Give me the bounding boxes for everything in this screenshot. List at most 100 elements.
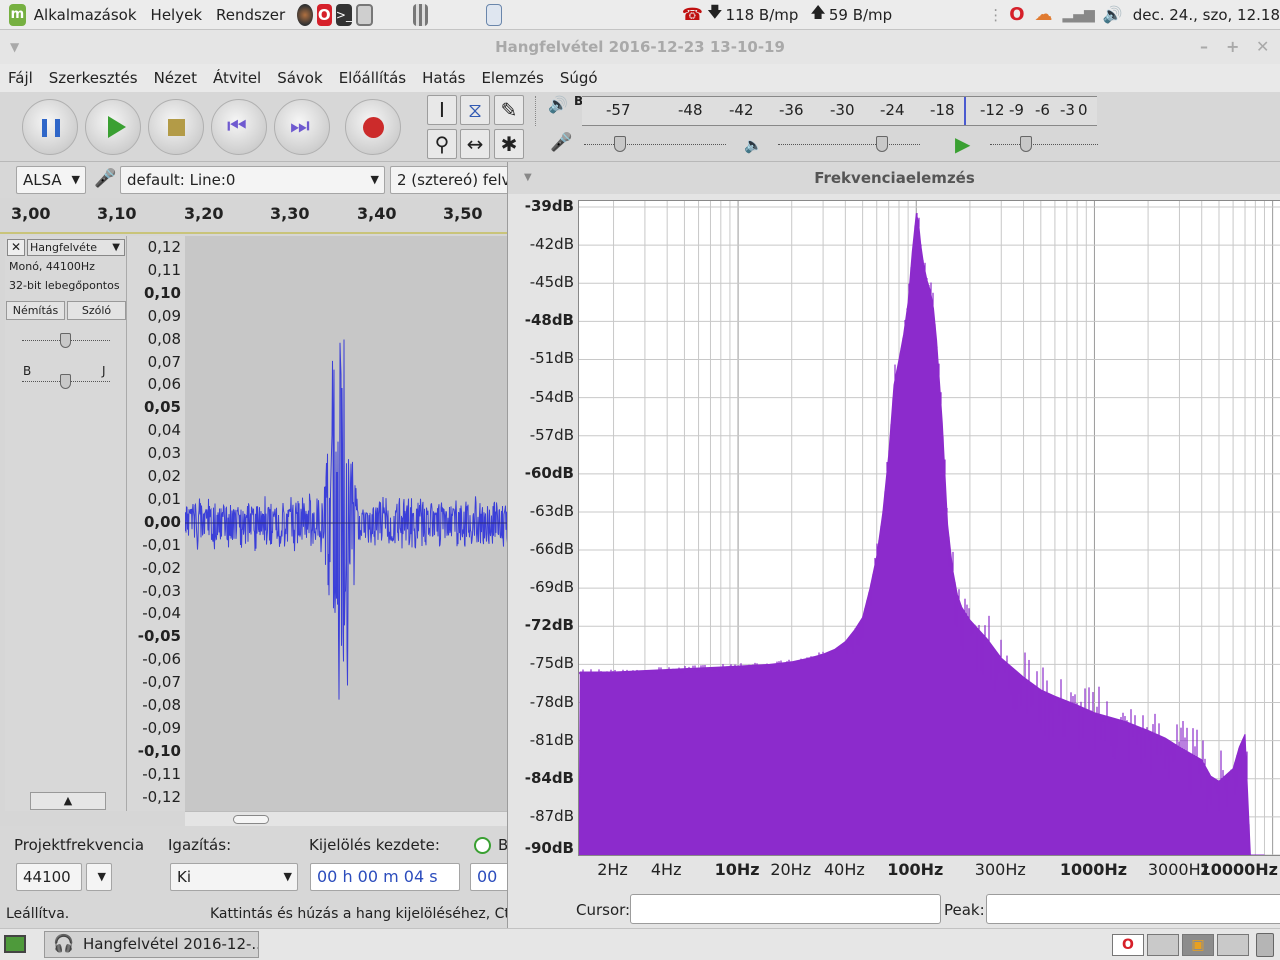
track-close-button[interactable]: ✕ — [7, 239, 25, 256]
slider-thumb-icon[interactable] — [876, 136, 888, 152]
minimize-button[interactable]: – — [1200, 30, 1208, 64]
spectrum-plot[interactable] — [578, 200, 1280, 856]
speaker-icon[interactable]: 🔈 — [744, 136, 763, 154]
menu-tracks[interactable]: Sávok — [269, 69, 330, 87]
frequency-window-titlebar[interactable]: ▼ Frekvenciaelemzés — [508, 162, 1280, 194]
microphone-icon[interactable]: 🎤 — [550, 132, 572, 153]
pan-slider[interactable] — [22, 374, 110, 389]
slider-thumb-icon[interactable] — [60, 333, 71, 348]
skip-start-button[interactable]: ⏮ — [211, 99, 267, 155]
volume-icon[interactable]: 🔊 — [1103, 5, 1123, 24]
workspace-3-icon[interactable]: ▣ — [1182, 934, 1214, 956]
record-button[interactable] — [345, 99, 401, 155]
calculator-icon[interactable] — [412, 3, 428, 26]
play-button[interactable] — [85, 99, 141, 155]
multi-tool[interactable]: ✱ — [494, 129, 524, 159]
menu-analyze[interactable]: Elemzés — [473, 69, 551, 87]
zoom-tool[interactable]: ⚲ — [427, 129, 457, 159]
screenshot-icon[interactable] — [485, 3, 502, 26]
pause-button[interactable] — [22, 99, 78, 155]
mint-menu-icon[interactable]: m — [9, 3, 26, 26]
envelope-tool[interactable]: ⧖ — [460, 95, 490, 125]
waveform-display[interactable] — [185, 236, 512, 811]
slider-thumb-icon[interactable] — [614, 136, 626, 152]
monitor-icon[interactable] — [355, 3, 373, 26]
snap-label: Igazítás: — [168, 836, 232, 854]
selection-start-time[interactable]: 00 h 00 m 04 s — [310, 863, 460, 891]
workspace-2-icon[interactable] — [1147, 934, 1179, 956]
db-axis-label: -54dB — [529, 387, 574, 406]
selection-tool[interactable]: I — [427, 95, 457, 125]
clock[interactable]: dec. 24., szo, 12.18 — [1133, 6, 1280, 24]
ruler-label: 3,40 — [357, 204, 397, 223]
db-axis-label: -81dB — [529, 730, 574, 749]
menu-transport[interactable]: Átvitel — [205, 69, 269, 87]
trash-icon[interactable] — [1256, 933, 1274, 957]
level-meter[interactable]: -57 -48 -42 -36 -30 -24 -18 -12 -9 -6 -3… — [582, 96, 1097, 126]
frequency-analysis-window[interactable]: ▼ Frekvenciaelemzés -39dB -42dB -45dB -48dB… — [507, 162, 1280, 928]
meter-tick: -30 — [830, 101, 855, 119]
play-at-speed-icon[interactable]: ▶ — [955, 132, 970, 156]
media-player-icon[interactable] — [297, 3, 313, 26]
menu-effect[interactable]: Hatás — [414, 69, 473, 87]
audio-host-select[interactable]: ALSA ▼ — [16, 166, 86, 194]
menu-file[interactable]: Fájl — [0, 69, 41, 87]
workspace-1-icon[interactable]: O — [1112, 934, 1144, 956]
draw-tool[interactable]: ✎ — [494, 95, 524, 125]
meter-tick: -18 — [930, 101, 955, 119]
opera-icon[interactable]: O — [316, 3, 332, 26]
workspace-4-icon[interactable] — [1217, 934, 1249, 956]
channels-select[interactable]: 2 (sztereó) felv — [390, 166, 512, 194]
cursor-label: Cursor: — [576, 901, 631, 919]
show-desktop-icon[interactable] — [4, 935, 26, 953]
scrollbar-thumb[interactable] — [233, 815, 269, 824]
opera-tray-icon[interactable]: O — [1009, 4, 1024, 25]
input-volume-slider[interactable] — [584, 136, 726, 152]
speaker-meter-icon[interactable]: 🔊 — [548, 95, 568, 114]
playback-speed-slider[interactable] — [990, 136, 1098, 152]
selection-end-time[interactable]: 00 — [470, 863, 512, 891]
output-volume-slider[interactable] — [778, 136, 920, 152]
collapse-track-button[interactable]: ▲ — [30, 792, 106, 810]
track-control-panel[interactable]: ✕ Hangfelvéte ▼ Monó, 44100Hz 32-bit lebe… — [5, 236, 127, 811]
weather-icon[interactable]: ☁ — [1035, 4, 1053, 25]
wifi-icon[interactable]: ▂▄▆ — [1063, 7, 1095, 23]
terminal-icon[interactable]: >_ — [335, 3, 352, 26]
timeline-ruler[interactable]: 3,00 3,10 3,20 3,30 3,40 3,50 — [0, 198, 512, 234]
dropdown-arrow-icon: ▼ — [97, 870, 106, 883]
window-menu-icon[interactable]: ▼ — [524, 162, 532, 194]
timeshift-tool[interactable]: ↔ — [460, 129, 490, 159]
peak-field[interactable] — [986, 894, 1280, 924]
stop-button[interactable] — [148, 99, 204, 155]
skip-end-button[interactable]: ⏭ — [274, 99, 330, 155]
menu-applications[interactable]: Alkalmazások — [34, 6, 137, 24]
meter-handle-icon[interactable] — [535, 96, 539, 126]
project-rate-value: 44100 — [23, 868, 71, 886]
mute-button[interactable]: Némítás — [6, 301, 65, 320]
project-rate-input[interactable]: 44100 — [16, 863, 82, 891]
db-axis-label: -87dB — [529, 806, 574, 825]
snap-value: Ki — [177, 868, 192, 886]
project-rate-dropdown[interactable]: ▼ — [86, 863, 112, 891]
cursor-field[interactable] — [630, 894, 941, 924]
track-name-button[interactable]: Hangfelvéte ▼ — [27, 239, 125, 256]
taskbar-task[interactable]: 🎧 Hangfelvétel 2016-12-... — [44, 931, 259, 958]
gain-slider[interactable] — [22, 333, 110, 348]
window-titlebar[interactable]: ▼ Hangfelvétel 2016-12-23 13-10-19 – + ✕ — [0, 30, 1280, 64]
menu-view[interactable]: Nézet — [146, 69, 205, 87]
input-device-select[interactable]: default: Line:0 ▼ — [120, 166, 385, 194]
radio-button-icon[interactable] — [474, 837, 491, 854]
window-menu-icon[interactable]: ▼ — [10, 30, 19, 64]
menu-places[interactable]: Helyek — [151, 6, 202, 24]
menu-help[interactable]: Súgó — [552, 69, 606, 87]
close-button[interactable]: ✕ — [1256, 30, 1269, 64]
horizontal-scrollbar[interactable] — [185, 811, 507, 826]
snap-select[interactable]: Ki ▼ — [170, 863, 298, 891]
maximize-button[interactable]: + — [1226, 30, 1239, 64]
slider-thumb-icon[interactable] — [60, 374, 71, 389]
menu-edit[interactable]: Szerkesztés — [41, 69, 146, 87]
solo-button[interactable]: Szóló — [67, 301, 126, 320]
menu-generate[interactable]: Előállítás — [331, 69, 414, 87]
menu-system[interactable]: Rendszer — [216, 6, 285, 24]
slider-thumb-icon[interactable] — [1020, 136, 1032, 152]
